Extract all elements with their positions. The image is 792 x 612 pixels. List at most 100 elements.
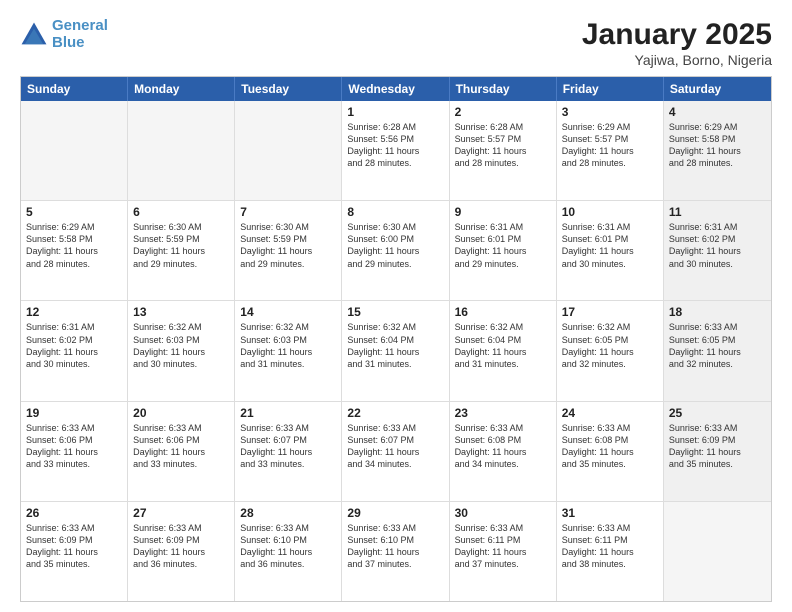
calendar-day-cell: 10 Sunrise: 6:31 AM Sunset: 6:01 PM Dayli… <box>557 201 664 300</box>
day-number: 13 <box>133 305 229 319</box>
calendar-day-cell: 7 Sunrise: 6:30 AM Sunset: 5:59 PM Daylig… <box>235 201 342 300</box>
day-number: 9 <box>455 205 551 219</box>
calendar-day-cell <box>664 502 771 601</box>
day-number: 14 <box>240 305 336 319</box>
calendar-day-cell <box>128 101 235 200</box>
logo-text: General Blue <box>52 18 108 51</box>
calendar-header-cell: Wednesday <box>342 77 449 101</box>
calendar-day-cell: 28 Sunrise: 6:33 AM Sunset: 6:10 PM Dayli… <box>235 502 342 601</box>
day-info: Sunrise: 6:29 AM Sunset: 5:58 PM Dayligh… <box>669 121 766 170</box>
day-number: 29 <box>347 506 443 520</box>
calendar-header-cell: Saturday <box>664 77 771 101</box>
day-info: Sunrise: 6:33 AM Sunset: 6:05 PM Dayligh… <box>669 321 766 370</box>
title-block: January 2025 Yajiwa, Borno, Nigeria <box>582 18 772 68</box>
calendar-day-cell: 16 Sunrise: 6:32 AM Sunset: 6:04 PM Dayli… <box>450 301 557 400</box>
calendar-day-cell: 26 Sunrise: 6:33 AM Sunset: 6:09 PM Dayli… <box>21 502 128 601</box>
day-info: Sunrise: 6:30 AM Sunset: 6:00 PM Dayligh… <box>347 221 443 270</box>
day-number: 19 <box>26 406 122 420</box>
day-number: 5 <box>26 205 122 219</box>
calendar-header-cell: Monday <box>128 77 235 101</box>
day-info: Sunrise: 6:32 AM Sunset: 6:05 PM Dayligh… <box>562 321 658 370</box>
calendar-day-cell: 21 Sunrise: 6:33 AM Sunset: 6:07 PM Dayli… <box>235 402 342 501</box>
calendar-day-cell: 31 Sunrise: 6:33 AM Sunset: 6:11 PM Dayli… <box>557 502 664 601</box>
day-info: Sunrise: 6:33 AM Sunset: 6:06 PM Dayligh… <box>133 422 229 471</box>
day-info: Sunrise: 6:30 AM Sunset: 5:59 PM Dayligh… <box>133 221 229 270</box>
header: General Blue January 2025 Yajiwa, Borno,… <box>20 18 772 68</box>
calendar-week-row: 5Sunrise: 6:29 AM Sunset: 5:58 PM Daylig… <box>21 201 771 301</box>
day-info: Sunrise: 6:32 AM Sunset: 6:03 PM Dayligh… <box>240 321 336 370</box>
day-info: Sunrise: 6:33 AM Sunset: 6:10 PM Dayligh… <box>240 522 336 571</box>
calendar-day-cell <box>21 101 128 200</box>
calendar-header-cell: Tuesday <box>235 77 342 101</box>
day-number: 22 <box>347 406 443 420</box>
calendar-day-cell: 5Sunrise: 6:29 AM Sunset: 5:58 PM Daylig… <box>21 201 128 300</box>
day-number: 2 <box>455 105 551 119</box>
day-info: Sunrise: 6:33 AM Sunset: 6:11 PM Dayligh… <box>562 522 658 571</box>
day-number: 26 <box>26 506 122 520</box>
day-info: Sunrise: 6:31 AM Sunset: 6:02 PM Dayligh… <box>669 221 766 270</box>
day-number: 15 <box>347 305 443 319</box>
calendar-day-cell <box>235 101 342 200</box>
day-info: Sunrise: 6:32 AM Sunset: 6:04 PM Dayligh… <box>347 321 443 370</box>
calendar-week-row: 12 Sunrise: 6:31 AM Sunset: 6:02 PM Dayli… <box>21 301 771 401</box>
day-number: 28 <box>240 506 336 520</box>
day-info: Sunrise: 6:31 AM Sunset: 6:02 PM Dayligh… <box>26 321 122 370</box>
day-info: Sunrise: 6:33 AM Sunset: 6:09 PM Dayligh… <box>26 522 122 571</box>
calendar-header-cell: Friday <box>557 77 664 101</box>
day-info: Sunrise: 6:33 AM Sunset: 6:06 PM Dayligh… <box>26 422 122 471</box>
calendar-day-cell: 20 Sunrise: 6:33 AM Sunset: 6:06 PM Dayli… <box>128 402 235 501</box>
calendar-day-cell: 27Sunrise: 6:33 AM Sunset: 6:09 PM Dayli… <box>128 502 235 601</box>
day-number: 21 <box>240 406 336 420</box>
day-info: Sunrise: 6:32 AM Sunset: 6:03 PM Dayligh… <box>133 321 229 370</box>
day-info: Sunrise: 6:31 AM Sunset: 6:01 PM Dayligh… <box>455 221 551 270</box>
calendar-day-cell: 22Sunrise: 6:33 AM Sunset: 6:07 PM Dayli… <box>342 402 449 501</box>
calendar: SundayMondayTuesdayWednesdayThursdayFrid… <box>20 76 772 602</box>
day-number: 12 <box>26 305 122 319</box>
logo-line1: General <box>52 17 108 34</box>
day-info: Sunrise: 6:33 AM Sunset: 6:10 PM Dayligh… <box>347 522 443 571</box>
day-number: 31 <box>562 506 658 520</box>
day-info: Sunrise: 6:29 AM Sunset: 5:57 PM Dayligh… <box>562 121 658 170</box>
calendar-day-cell: 18 Sunrise: 6:33 AM Sunset: 6:05 PM Dayli… <box>664 301 771 400</box>
day-number: 3 <box>562 105 658 119</box>
day-number: 20 <box>133 406 229 420</box>
day-number: 7 <box>240 205 336 219</box>
calendar-body: 1Sunrise: 6:28 AM Sunset: 5:56 PM Daylig… <box>21 101 771 601</box>
day-number: 30 <box>455 506 551 520</box>
calendar-day-cell: 19 Sunrise: 6:33 AM Sunset: 6:06 PM Dayli… <box>21 402 128 501</box>
calendar-day-cell: 3 Sunrise: 6:29 AM Sunset: 5:57 PM Daylig… <box>557 101 664 200</box>
calendar-week-row: 1Sunrise: 6:28 AM Sunset: 5:56 PM Daylig… <box>21 101 771 201</box>
day-info: Sunrise: 6:33 AM Sunset: 6:08 PM Dayligh… <box>562 422 658 471</box>
day-number: 27 <box>133 506 229 520</box>
day-number: 17 <box>562 305 658 319</box>
day-info: Sunrise: 6:28 AM Sunset: 5:57 PM Dayligh… <box>455 121 551 170</box>
day-info: Sunrise: 6:33 AM Sunset: 6:11 PM Dayligh… <box>455 522 551 571</box>
calendar-day-cell: 2 Sunrise: 6:28 AM Sunset: 5:57 PM Daylig… <box>450 101 557 200</box>
calendar-header: SundayMondayTuesdayWednesdayThursdayFrid… <box>21 77 771 101</box>
day-number: 16 <box>455 305 551 319</box>
calendar-week-row: 19 Sunrise: 6:33 AM Sunset: 6:06 PM Dayli… <box>21 402 771 502</box>
calendar-day-cell: 13 Sunrise: 6:32 AM Sunset: 6:03 PM Dayli… <box>128 301 235 400</box>
day-number: 23 <box>455 406 551 420</box>
day-info: Sunrise: 6:30 AM Sunset: 5:59 PM Dayligh… <box>240 221 336 270</box>
day-number: 10 <box>562 205 658 219</box>
day-number: 1 <box>347 105 443 119</box>
calendar-day-cell: 24 Sunrise: 6:33 AM Sunset: 6:08 PM Dayli… <box>557 402 664 501</box>
calendar-day-cell: 4Sunrise: 6:29 AM Sunset: 5:58 PM Daylig… <box>664 101 771 200</box>
day-info: Sunrise: 6:32 AM Sunset: 6:04 PM Dayligh… <box>455 321 551 370</box>
calendar-day-cell: 6Sunrise: 6:30 AM Sunset: 5:59 PM Daylig… <box>128 201 235 300</box>
calendar-day-cell: 11Sunrise: 6:31 AM Sunset: 6:02 PM Dayli… <box>664 201 771 300</box>
calendar-day-cell: 17 Sunrise: 6:32 AM Sunset: 6:05 PM Dayli… <box>557 301 664 400</box>
logo-line2: Blue <box>52 34 85 51</box>
day-number: 24 <box>562 406 658 420</box>
calendar-day-cell: 8Sunrise: 6:30 AM Sunset: 6:00 PM Daylig… <box>342 201 449 300</box>
calendar-day-cell: 12 Sunrise: 6:31 AM Sunset: 6:02 PM Dayli… <box>21 301 128 400</box>
day-number: 18 <box>669 305 766 319</box>
logo-icon <box>20 21 48 49</box>
day-info: Sunrise: 6:33 AM Sunset: 6:08 PM Dayligh… <box>455 422 551 471</box>
day-info: Sunrise: 6:31 AM Sunset: 6:01 PM Dayligh… <box>562 221 658 270</box>
calendar-day-cell: 15 Sunrise: 6:32 AM Sunset: 6:04 PM Dayli… <box>342 301 449 400</box>
logo: General Blue <box>20 18 108 51</box>
subtitle: Yajiwa, Borno, Nigeria <box>582 52 772 68</box>
day-info: Sunrise: 6:33 AM Sunset: 6:07 PM Dayligh… <box>240 422 336 471</box>
